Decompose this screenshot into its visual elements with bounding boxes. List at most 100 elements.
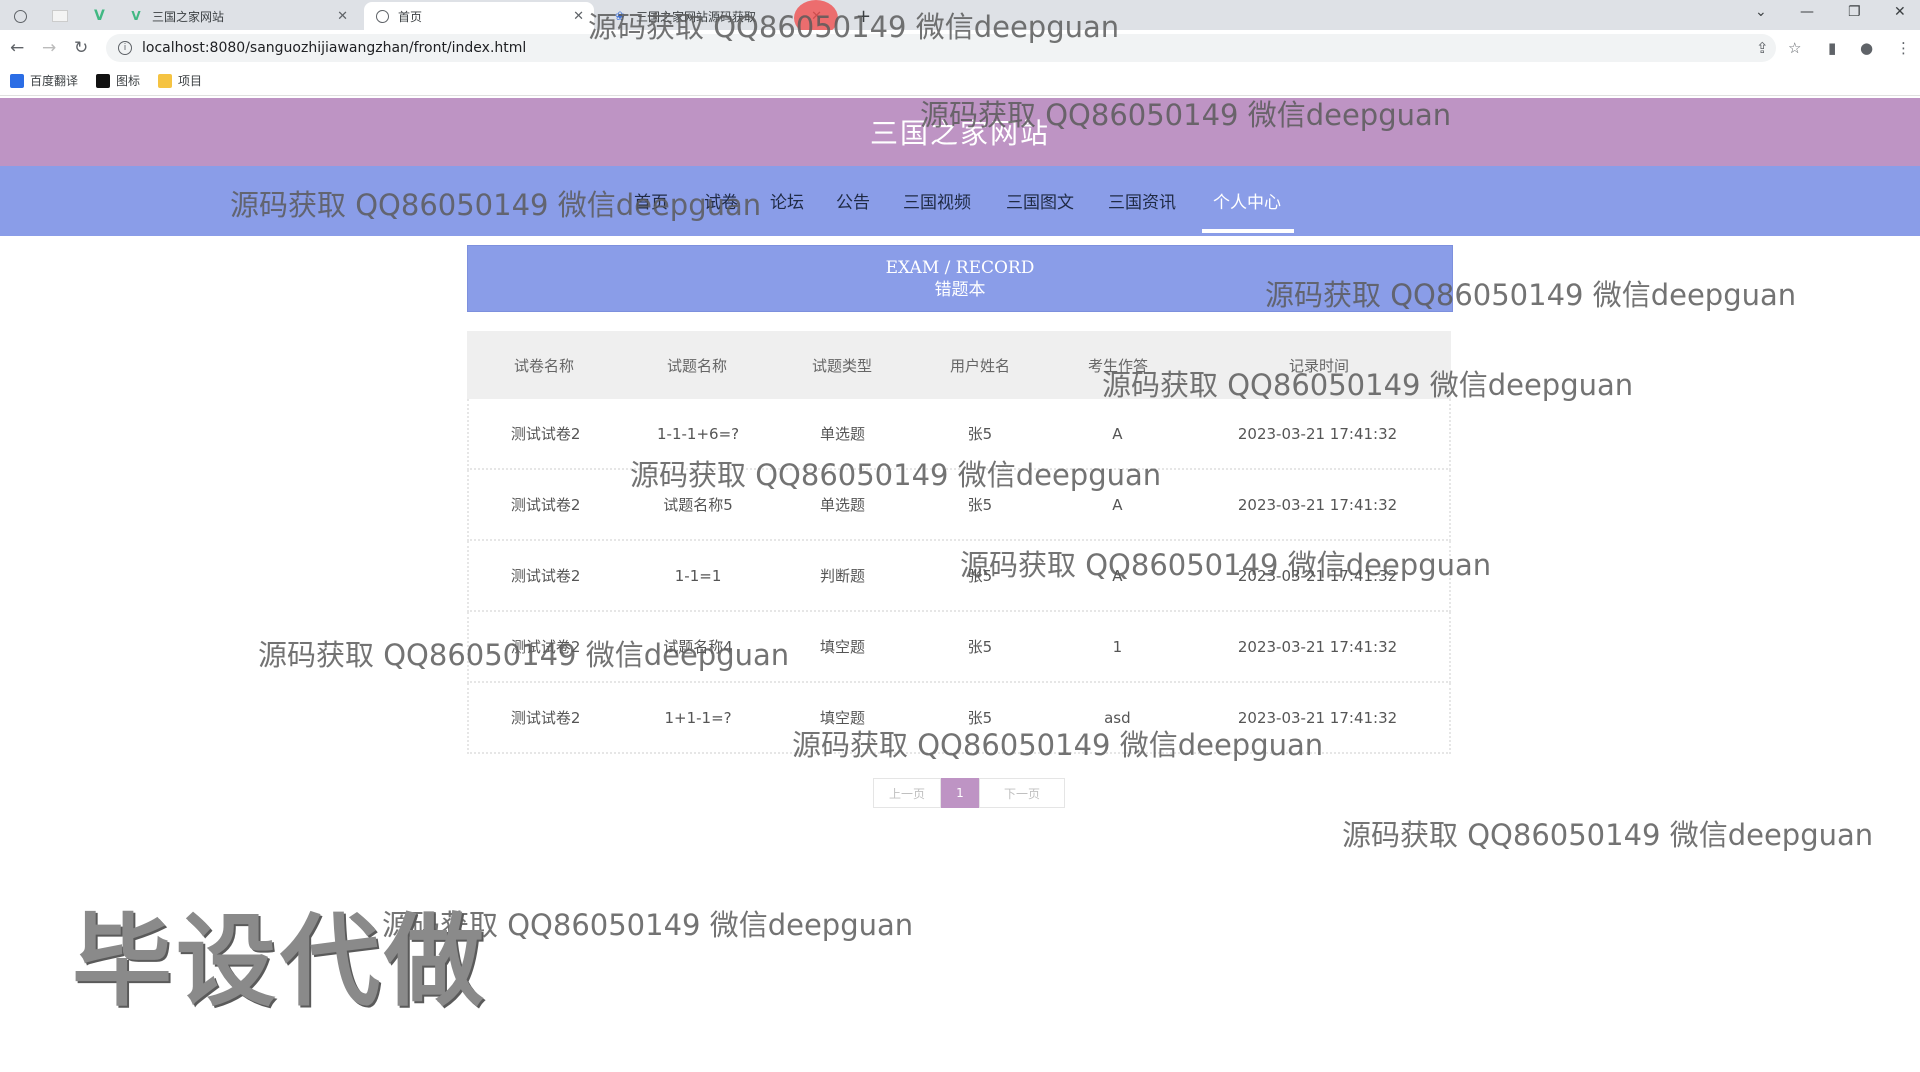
globe-icon (14, 9, 27, 23)
image-icon (96, 73, 111, 88)
address-bar-row: ← → ↻ i localhost:8080/sanguozhijiawangz… (0, 30, 1920, 66)
table-row[interactable]: 测试试卷2 试题名称5 单选题 张5 A 2023-03-21 17:41:32 (467, 470, 1451, 541)
cell-question: 试题名称5 (663, 496, 733, 514)
cell-time: 2023-03-21 17:41:32 (1237, 495, 1398, 514)
profile-icon[interactable]: ● (1860, 39, 1873, 57)
nav-notice[interactable]: 公告 (836, 188, 870, 213)
cell-paper: 测试试卷2 (510, 709, 581, 727)
cell-answer: A (1112, 566, 1123, 585)
tab-search-icon[interactable] (14, 2, 27, 30)
next-page-button[interactable]: 下一页 (979, 778, 1065, 808)
cell-question: 试题名称4 (663, 638, 733, 656)
globe-icon (374, 8, 390, 24)
cell-paper: 测试试卷2 (510, 496, 581, 514)
sidepanel-icon[interactable]: ▮ (1828, 39, 1836, 57)
prev-page-button[interactable]: 上一页 (873, 778, 941, 808)
main-nav: 首页 试卷 论坛 公告 三国视频 三国图文 三国资讯 个人中心 (0, 166, 1920, 236)
vue-icon: V (94, 8, 105, 24)
cell-type: 填空题 (819, 638, 865, 656)
share-icon[interactable]: ⇪ (1756, 39, 1769, 57)
cell-time: 2023-03-21 17:41:32 (1237, 566, 1398, 585)
cell-type: 判断题 (819, 567, 865, 585)
bookmark-icons[interactable]: 图标 (96, 72, 140, 89)
back-button[interactable]: ← (10, 38, 24, 58)
table-row[interactable]: 测试试卷2 试题名称4 填空题 张5 1 2023-03-21 17:41:32 (467, 612, 1451, 683)
cell-question: 1-1-1+6=? (657, 424, 740, 443)
banner-title-zh: 错题本 (934, 279, 986, 300)
close-window-button[interactable]: ✕ (1894, 4, 1906, 20)
header-paper-name: 试卷名称 (513, 356, 574, 375)
url-field[interactable]: i localhost:8080/sanguozhijiawangzhan/fr… (106, 34, 1776, 62)
cell-time: 2023-03-21 17:41:32 (1237, 424, 1398, 443)
bookmark-project[interactable]: 项目 (158, 72, 202, 89)
bookmark-label: 图标 (116, 74, 141, 88)
header-record-time: 记录时间 (1288, 356, 1349, 375)
nav-home[interactable]: 首页 (634, 188, 668, 213)
minimize-button[interactable]: — (1800, 4, 1814, 20)
active-nav-indicator (1202, 229, 1294, 233)
header-user-name: 用户姓名 (949, 356, 1010, 375)
table-row[interactable]: 测试试卷2 1+1-1=? 填空题 张5 asd 2023-03-21 17:4… (467, 683, 1451, 754)
tab-label: 三国之家网站源码获取 (636, 9, 757, 24)
close-icon[interactable]: ✕ (573, 9, 584, 24)
folder-icon (158, 73, 173, 88)
menu-icon[interactable]: ⋮ (1896, 39, 1911, 57)
tab-label: 三国之家网站 (152, 9, 225, 24)
nav-video[interactable]: 三国视频 (903, 188, 971, 213)
header-answer: 考生作答 (1087, 356, 1148, 375)
cell-user: 张5 (967, 709, 993, 727)
reload-button[interactable]: ↻ (74, 38, 88, 58)
nav-exam[interactable]: 试卷 (704, 188, 738, 213)
page-1-button[interactable]: 1 (941, 778, 979, 808)
cell-paper: 测试试卷2 (510, 425, 581, 443)
header-question-name: 试题名称 (666, 356, 727, 375)
cell-user: 张5 (967, 567, 993, 585)
tab-blank[interactable] (52, 2, 68, 30)
bookmark-label: 项目 (178, 74, 203, 88)
cell-answer: A (1112, 424, 1123, 443)
nav-personal-center[interactable]: 个人中心 (1213, 188, 1281, 213)
translate-icon (10, 73, 24, 88)
cell-type: 单选题 (819, 425, 865, 443)
cell-type: 填空题 (819, 709, 865, 727)
nav-forum[interactable]: 论坛 (770, 188, 804, 213)
tab-search-dropdown-icon[interactable]: ⌄ (1755, 4, 1767, 20)
nav-news[interactable]: 三国资讯 (1108, 188, 1176, 213)
cell-question: 1+1-1=? (664, 708, 732, 727)
cell-answer: asd (1104, 708, 1131, 727)
vue-icon: V (131, 9, 141, 23)
tab-home[interactable]: 首页 ✕ (364, 2, 594, 30)
header-question-type: 试题类型 (811, 356, 872, 375)
pagination: 上一页 1 下一页 (873, 778, 1065, 808)
cell-user: 张5 (967, 638, 993, 656)
tab-vue[interactable]: V (94, 2, 105, 30)
browser-tab-strip: V V 三国之家网站 ✕ 首页 ✕ ❀ 三国之家网站源码获取 ✕ + ⌄ — ❐… (0, 0, 1920, 30)
table-row[interactable]: 测试试卷2 1-1=1 判断题 张5 A 2023-03-21 17:41:32 (467, 541, 1451, 612)
table-header: 试卷名称 试题名称 试题类型 用户姓名 考生作答 记录时间 (467, 331, 1451, 399)
info-icon[interactable]: i (118, 41, 132, 55)
page-icon (52, 10, 68, 22)
tab-sanguo[interactable]: V 三国之家网站 ✕ (128, 2, 358, 30)
section-banner: EXAM / RECORD 错题本 (467, 245, 1453, 312)
site-title: 三国之家网站 (869, 117, 1050, 150)
close-icon[interactable]: ✕ (337, 9, 348, 24)
new-tab-button[interactable]: + (856, 2, 871, 30)
site-header: 三国之家网站 (0, 98, 1920, 166)
forward-button[interactable]: → (42, 38, 56, 58)
restore-button[interactable]: ❐ (1848, 4, 1861, 20)
wrong-answers-table: 试卷名称 试题名称 试题类型 用户姓名 考生作答 记录时间 测试试卷2 1-1-… (467, 331, 1451, 754)
tab-label: 首页 (398, 9, 423, 24)
cell-paper: 测试试卷2 (510, 567, 581, 585)
cell-question: 1-1=1 (674, 566, 722, 585)
bookmark-baidu-translate[interactable]: 百度翻译 (10, 72, 78, 89)
cell-user: 张5 (967, 496, 993, 514)
bookmark-label: 百度翻译 (30, 74, 79, 88)
star-icon[interactable]: ☆ (1788, 39, 1801, 57)
cell-user: 张5 (967, 425, 993, 443)
nav-pictures[interactable]: 三国图文 (1006, 188, 1074, 213)
table-row[interactable]: 测试试卷2 1-1-1+6=? 单选题 张5 A 2023-03-21 17:4… (467, 399, 1451, 470)
url-text: localhost:8080/sanguozhijiawangzhan/fron… (142, 40, 527, 56)
watermark-text: 源码获取 QQ86050149 微信deepguan (1342, 818, 1874, 852)
banner-title-en: EXAM / RECORD (885, 257, 1035, 278)
bookmarks-bar: 百度翻译 图标 项目 (0, 66, 1920, 96)
